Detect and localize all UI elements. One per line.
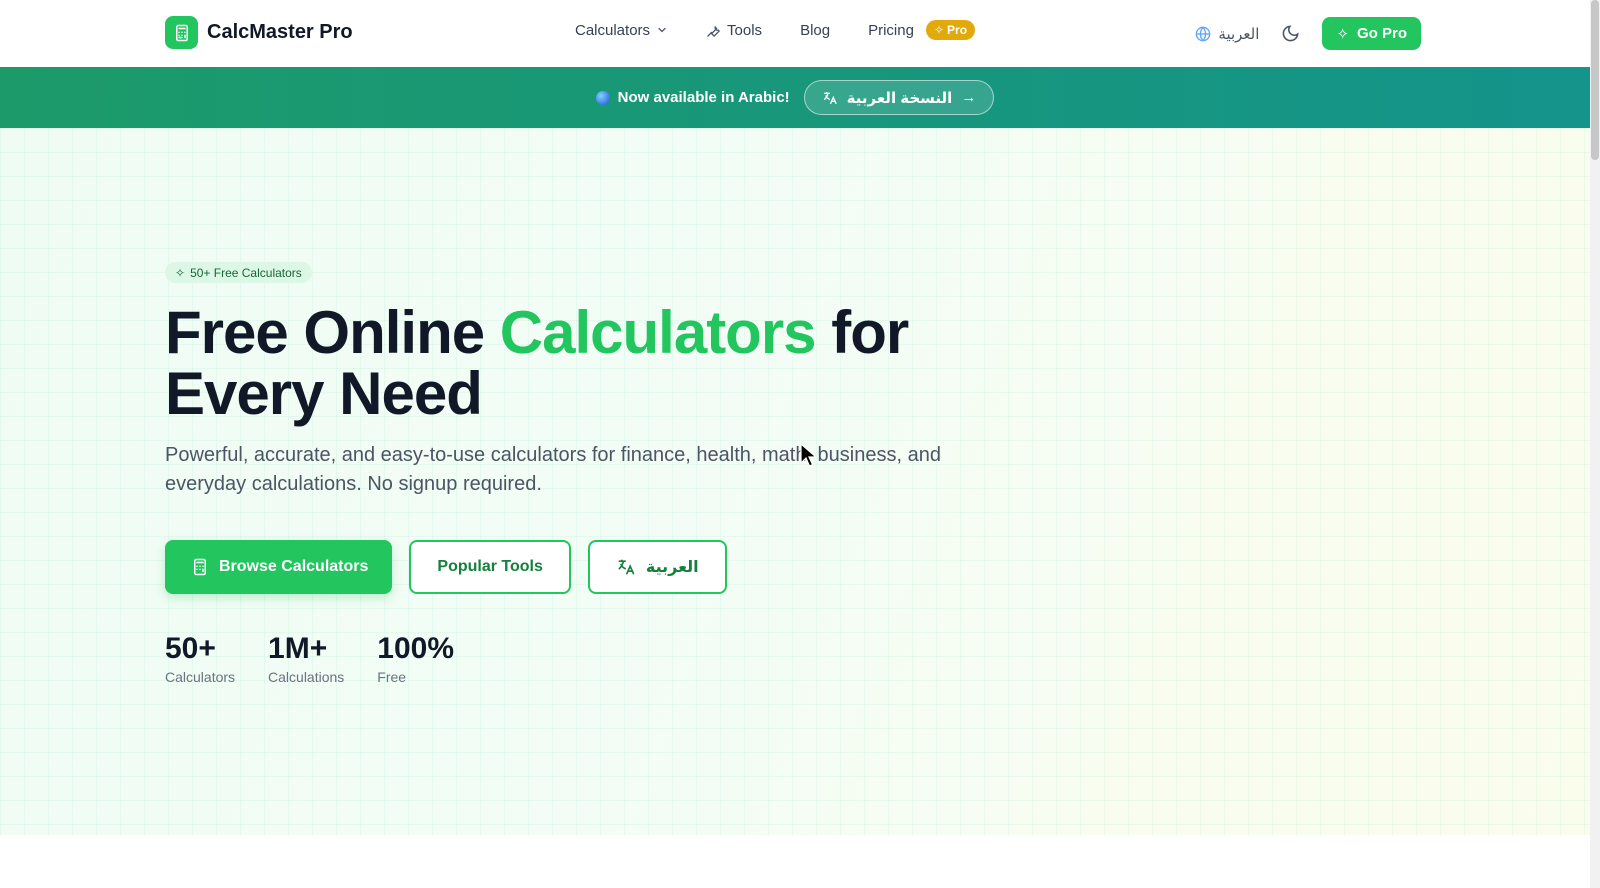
stat-label: Free (377, 669, 407, 685)
site-header: CalcMaster Pro Calculators Tools Blog Pr… (0, 0, 1590, 67)
arabic-version-button[interactable]: النسخة العربية → (803, 80, 995, 115)
earth-icon (595, 90, 610, 105)
mouse-cursor-icon (800, 443, 818, 467)
headline-part1: Free Online (165, 299, 500, 366)
chip-label: 50+ Free Calculators (190, 265, 302, 280)
dark-mode-toggle[interactable] (1281, 24, 1300, 43)
arabic-announcement-banner: Now available in Arabic! النسخة العربية … (0, 67, 1590, 128)
calculator-icon (165, 16, 198, 49)
sparkle-icon: ✧ (175, 265, 186, 280)
hero-headline: Free Online Calculators for Every Need (165, 302, 985, 424)
nav-pricing-label: Pricing (868, 21, 914, 39)
chevron-down-icon (658, 27, 666, 33)
hero-section: ✧ 50+ Free Calculators Free Online Calcu… (0, 128, 1590, 835)
stat-value: 1M+ (268, 632, 328, 665)
stat-item: 100% Free (377, 631, 454, 685)
nav-tools[interactable]: Tools (706, 22, 762, 39)
banner-message: Now available in Arabic! (595, 89, 790, 106)
browse-calculators-button[interactable]: Browse Calculators (165, 540, 393, 594)
page-scrollbar[interactable] (1590, 0, 1600, 888)
popular-tools-label: Popular Tools (437, 558, 543, 575)
stats-row: 50+ Calculators 1M+ Calculations 100% Fr… (165, 631, 454, 685)
language-switch[interactable]: العربية (1195, 25, 1259, 43)
nav-tools-label: Tools (727, 21, 763, 39)
wrench-icon (707, 25, 720, 37)
stat-label: Calculators (165, 669, 236, 685)
hero-subtitle: Powerful, accurate, and easy-to-use calc… (165, 444, 941, 495)
language-label: العربية (1218, 25, 1260, 43)
sparkle-icon: ✧ (1336, 25, 1349, 43)
free-calculators-chip: ✧ 50+ Free Calculators (165, 262, 312, 283)
popular-tools-button[interactable]: Popular Tools (409, 540, 571, 594)
go-pro-button[interactable]: ✧ Go Pro (1322, 17, 1421, 50)
stat-item: 50+ Calculators (165, 631, 235, 685)
brand-name: CalcMaster Pro (207, 21, 353, 43)
brand-logo[interactable]: CalcMaster Pro (165, 16, 353, 49)
nav-pricing[interactable]: Pricing ✧ Pro (868, 20, 976, 40)
arabic-button-label: العربية (645, 559, 699, 576)
hero-buttons: Browse Calculators Popular Tools العربية (165, 540, 727, 594)
banner-text: Now available in Arabic! (617, 89, 790, 106)
arabic-button[interactable]: العربية (587, 540, 727, 594)
pro-badge-label: Pro (947, 23, 968, 37)
sparkle-icon: ✧ (933, 23, 945, 37)
arabic-version-label: النسخة العربية (846, 89, 953, 107)
header-actions: العربية ✧ Go Pro (1195, 17, 1421, 50)
headline-accent: Calculators (499, 299, 817, 366)
globe-icon (1196, 25, 1211, 42)
go-pro-label: Go Pro (1356, 25, 1407, 42)
translate-icon (618, 559, 635, 575)
stat-value: 50+ (165, 632, 216, 665)
calculator-icon (194, 558, 206, 576)
arrow-right-icon: → (961, 89, 977, 106)
nav-calculators[interactable]: Calculators (575, 22, 668, 39)
browse-calculators-label: Browse Calculators (219, 558, 369, 575)
moon-icon (1283, 25, 1299, 42)
scrollbar-thumb[interactable] (1591, 0, 1599, 160)
nav-blog[interactable]: Blog (800, 22, 830, 39)
nav-blog-label: Blog (800, 21, 831, 39)
translate-icon (823, 91, 837, 104)
main-nav: Calculators Tools Blog Pricing ✧ Pro (575, 20, 976, 40)
stat-label: Calculations (268, 669, 345, 685)
pro-badge: ✧ Pro (925, 20, 976, 40)
stat-value: 100% (377, 632, 455, 665)
nav-calculators-label: Calculators (575, 21, 651, 39)
stat-item: 1M+ Calculations (268, 631, 344, 685)
